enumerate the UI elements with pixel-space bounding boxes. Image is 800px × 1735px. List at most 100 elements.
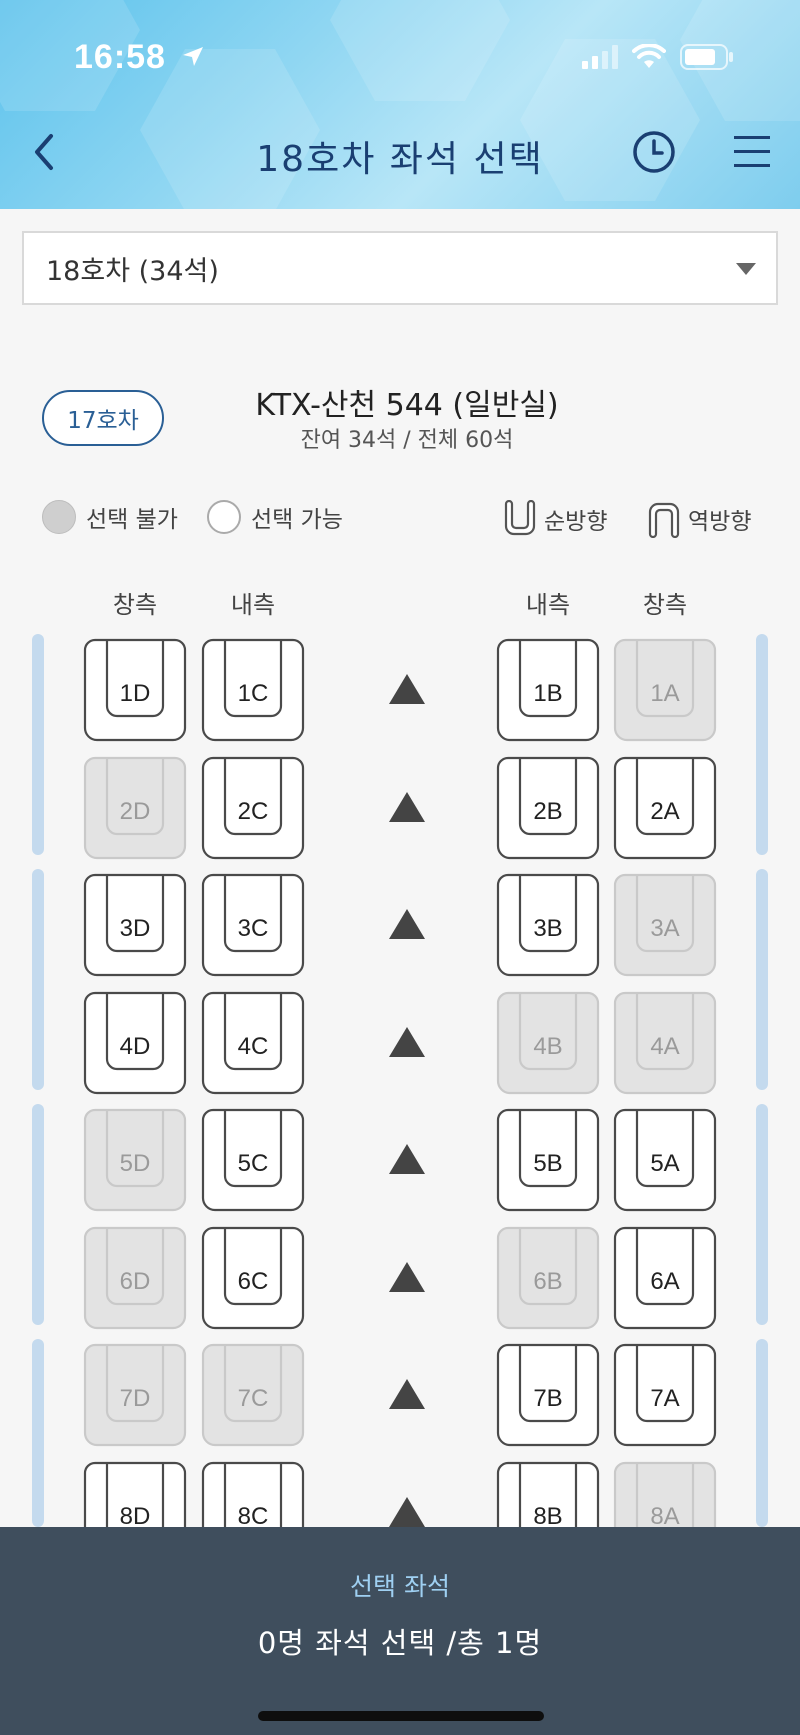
seat-number: 7A bbox=[650, 1385, 680, 1412]
history-button[interactable] bbox=[630, 128, 678, 176]
seat-4c[interactable]: 4C bbox=[199, 989, 307, 1095]
forward-seat-icon bbox=[504, 500, 536, 536]
home-indicator bbox=[258, 1711, 544, 1721]
seat-2a[interactable]: 2A bbox=[611, 754, 719, 860]
seat-5a[interactable]: 5A bbox=[611, 1106, 719, 1212]
legend-unavailable-label: 선택 불가 bbox=[86, 507, 178, 533]
car-wall-rail bbox=[756, 869, 768, 1090]
seat-number: 3B bbox=[533, 915, 563, 942]
column-label-left-aisle: 내측 bbox=[230, 591, 276, 619]
seat-number: 2A bbox=[650, 798, 680, 825]
seat-2d: 2D bbox=[81, 754, 189, 860]
status-time: 16:58 bbox=[74, 38, 206, 77]
column-label-left-window: 창측 bbox=[112, 591, 158, 619]
legend-reverse-label: 역방향 bbox=[688, 509, 752, 535]
seat-3a: 3A bbox=[611, 871, 719, 977]
seat-3c[interactable]: 3C bbox=[199, 871, 307, 977]
seat-number: 1D bbox=[119, 680, 151, 707]
seat-number: 4C bbox=[237, 1033, 269, 1060]
seat-1d[interactable]: 1D bbox=[81, 636, 189, 742]
car-wall-rail bbox=[32, 869, 44, 1090]
available-dot-icon bbox=[207, 500, 241, 534]
battery-icon bbox=[680, 44, 733, 70]
legend-available: 선택 가능 bbox=[207, 500, 343, 534]
car-wall-rail bbox=[32, 1104, 44, 1325]
legend-forward: 순방향 bbox=[502, 500, 607, 538]
seat-5c[interactable]: 5C bbox=[199, 1106, 307, 1212]
seat-number: 7D bbox=[119, 1385, 151, 1412]
seat-6b: 6B bbox=[494, 1224, 602, 1330]
seat-number: 7B bbox=[533, 1385, 563, 1412]
seat-number: 7C bbox=[237, 1385, 269, 1412]
legend-forward-label: 순방향 bbox=[544, 509, 608, 535]
unavailable-dot-icon bbox=[42, 500, 76, 534]
car-wall-rail bbox=[756, 634, 768, 855]
seat-5b[interactable]: 5B bbox=[494, 1106, 602, 1212]
seat-number: 6C bbox=[237, 1268, 269, 1295]
direction-up-arrow-icon bbox=[389, 674, 425, 704]
dropdown-caret-icon bbox=[736, 263, 756, 275]
seat-1c[interactable]: 1C bbox=[199, 636, 307, 742]
seat-number: 6D bbox=[119, 1268, 151, 1295]
seat-5d: 5D bbox=[81, 1106, 189, 1212]
seat-7c: 7C bbox=[199, 1341, 307, 1447]
selected-seats-summary: 0명 좌석 선택 /총 1명 bbox=[257, 1626, 543, 1660]
car-wall-rail bbox=[32, 634, 44, 855]
seat-number: 3C bbox=[237, 915, 269, 942]
clock-icon bbox=[633, 131, 675, 173]
direction-up-arrow-icon bbox=[389, 1379, 425, 1409]
direction-up-arrow-icon bbox=[389, 909, 425, 939]
column-label-right-aisle: 내측 bbox=[525, 591, 571, 619]
wifi-icon bbox=[632, 44, 666, 68]
legend-unavailable: 선택 불가 bbox=[42, 500, 178, 534]
car-wall-rail bbox=[32, 1339, 44, 1527]
seat-number: 2D bbox=[119, 798, 151, 825]
seat-number: 3D bbox=[119, 915, 151, 942]
seat-number: 5D bbox=[119, 1150, 151, 1177]
seat-number: 6B bbox=[533, 1268, 563, 1295]
seat-number: 5A bbox=[650, 1150, 680, 1177]
seat-number: 4D bbox=[119, 1033, 151, 1060]
seat-number: 4B bbox=[533, 1033, 563, 1060]
seat-7d: 7D bbox=[81, 1341, 189, 1447]
seat-6d: 6D bbox=[81, 1224, 189, 1330]
status-icons bbox=[582, 44, 734, 70]
seat-remaining-count: 잔여 34석 / 전체 60석 bbox=[300, 428, 514, 453]
cellular-signal-icon bbox=[582, 45, 618, 69]
column-label-right-window: 창측 bbox=[642, 591, 688, 619]
seat-number: 5B bbox=[533, 1150, 563, 1177]
seat-number: 2C bbox=[237, 798, 269, 825]
selection-summary-bar: 선택 좌석 0명 좌석 선택 /총 1명 bbox=[0, 1527, 800, 1735]
status-time-text: 16:58 bbox=[74, 38, 166, 76]
header-pattern bbox=[330, 0, 510, 101]
reverse-seat-icon bbox=[648, 502, 680, 538]
direction-up-arrow-icon bbox=[389, 1027, 425, 1057]
direction-up-arrow-icon bbox=[389, 1497, 425, 1527]
seat-7a[interactable]: 7A bbox=[611, 1341, 719, 1447]
seat-4a: 4A bbox=[611, 989, 719, 1095]
seat-1a: 1A bbox=[611, 636, 719, 742]
seat-number: 5C bbox=[237, 1150, 269, 1177]
legend-available-label: 선택 가능 bbox=[251, 507, 343, 533]
seat-number: 6A bbox=[650, 1268, 680, 1295]
seat-2b[interactable]: 2B bbox=[494, 754, 602, 860]
train-name: KTX-산천 544 (일반실) bbox=[255, 388, 559, 423]
car-wall-rail bbox=[756, 1339, 768, 1527]
car-wall-rail bbox=[756, 1104, 768, 1325]
seat-2c[interactable]: 2C bbox=[199, 754, 307, 860]
page-title: 18호차 좌석 선택 bbox=[256, 139, 544, 180]
direction-up-arrow-icon bbox=[389, 1144, 425, 1174]
seat-number: 1C bbox=[237, 680, 269, 707]
seat-number: 4A bbox=[650, 1033, 680, 1060]
seat-number: 1A bbox=[650, 680, 680, 707]
seat-1b[interactable]: 1B bbox=[494, 636, 602, 742]
seat-3b[interactable]: 3B bbox=[494, 871, 602, 977]
seat-3d[interactable]: 3D bbox=[81, 871, 189, 977]
seat-7b[interactable]: 7B bbox=[494, 1341, 602, 1447]
seat-6a[interactable]: 6A bbox=[611, 1224, 719, 1330]
menu-button[interactable] bbox=[728, 128, 776, 176]
seat-4d[interactable]: 4D bbox=[81, 989, 189, 1095]
seat-6c[interactable]: 6C bbox=[199, 1224, 307, 1330]
legend-reverse: 역방향 bbox=[646, 500, 751, 538]
car-select-dropdown[interactable]: 18호차 (34석) bbox=[22, 231, 778, 305]
